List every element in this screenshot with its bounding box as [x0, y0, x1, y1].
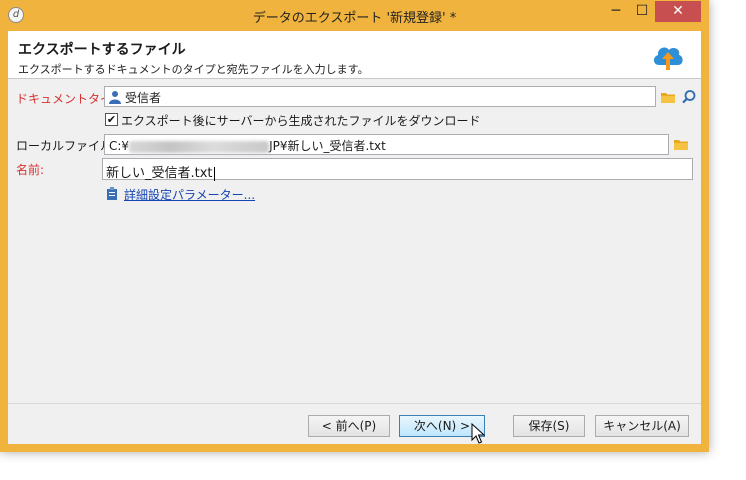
browse-folder-icon[interactable]: [672, 135, 690, 153]
prev-button[interactable]: < 前へ(P): [308, 415, 390, 437]
local-file-field[interactable]: C:¥ JP¥新しい_受信者.txt: [104, 134, 669, 155]
maximize-button[interactable]: ☐: [629, 1, 655, 22]
clipboard-icon: [107, 187, 117, 200]
header-panel: エクスポートするファイル エクスポートするドキュメントのタイプと宛先ファイルを入…: [8, 31, 701, 79]
export-dialog-window: d データのエクスポート '新規登録' * ─ ☐ ✕ エクスポートするファイル…: [0, 0, 709, 452]
page-title: エクスポートするファイル: [18, 42, 186, 58]
doc-type-field[interactable]: 受信者: [104, 86, 656, 107]
title-bar[interactable]: d データのエクスポート '新規登録' * ─ ☐ ✕: [0, 0, 709, 31]
download-checkbox-label[interactable]: エクスポート後にサーバーから生成されたファイルをダウンロード: [121, 112, 481, 129]
user-icon: [109, 91, 121, 104]
footer-separator: [8, 403, 701, 404]
cancel-button[interactable]: キャンセル(A): [595, 415, 689, 437]
page-subtitle: エクスポートするドキュメントのタイプと宛先ファイルを入力します。: [18, 63, 369, 76]
doc-type-value: 受信者: [125, 91, 162, 105]
minimize-button[interactable]: ─: [603, 1, 629, 22]
name-label: 名前:: [16, 163, 45, 177]
local-file-label: ローカルファイル:: [16, 139, 117, 153]
dialog-body: エクスポートするファイル エクスポートするドキュメントのタイプと宛先ファイルを入…: [8, 31, 701, 444]
folder-icon[interactable]: [659, 88, 677, 106]
local-file-value: C:¥ JP¥新しい_受信者.txt: [109, 139, 386, 153]
close-button[interactable]: ✕: [655, 1, 701, 22]
cloud-upload-icon: [653, 47, 683, 70]
save-button[interactable]: 保存(S): [513, 415, 585, 437]
advanced-params-link-text[interactable]: 詳細設定パラメーター...: [124, 186, 255, 203]
name-value: 新しい_受信者.txt: [106, 166, 215, 181]
name-field[interactable]: 新しい_受信者.txt: [102, 158, 693, 181]
search-icon[interactable]: [680, 88, 698, 106]
download-checkbox[interactable]: ✔: [105, 113, 118, 126]
mouse-cursor-icon: [471, 423, 485, 444]
